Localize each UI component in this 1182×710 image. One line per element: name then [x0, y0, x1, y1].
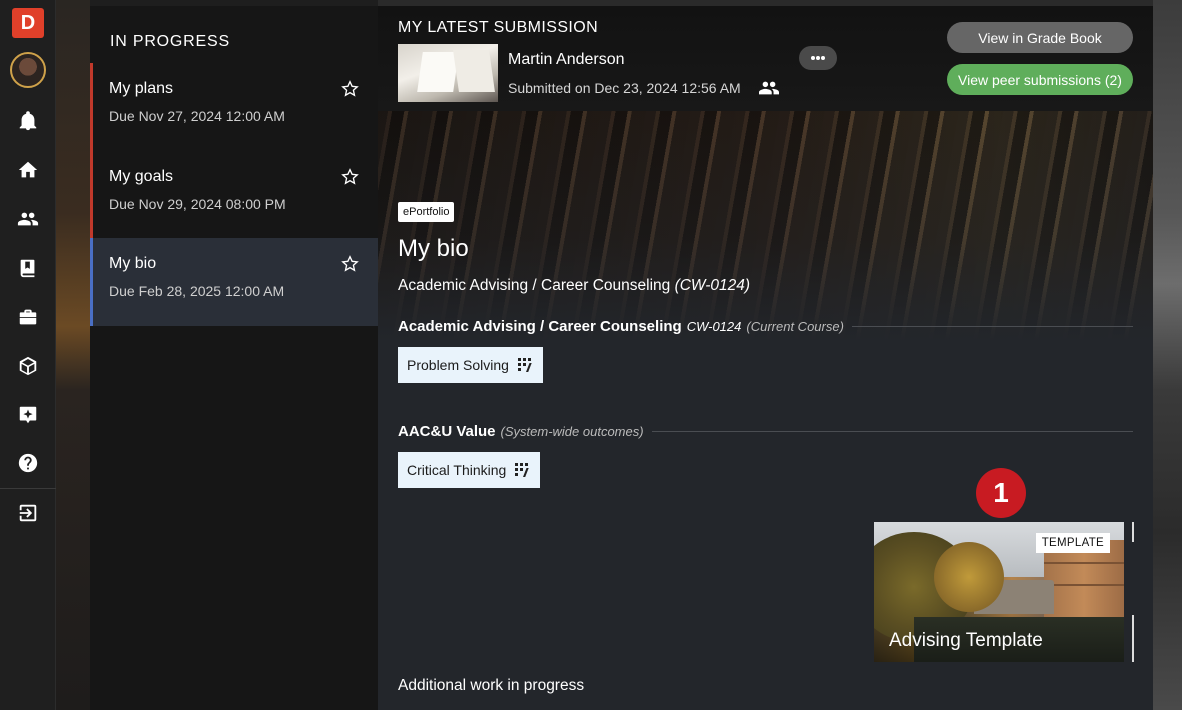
people-icon[interactable] — [14, 205, 42, 233]
list-item-due: Due Nov 29, 2024 08:00 PM — [109, 196, 286, 212]
hero-background-image — [378, 111, 1153, 341]
submission-date: Submitted on Dec 23, 2024 12:56 AM — [508, 80, 741, 96]
template-title: Advising Template — [889, 630, 1043, 651]
star-icon[interactable] — [340, 167, 360, 187]
list-item-title: My plans — [109, 80, 174, 97]
assignment-list-panel: IN PROGRESS My plans Due Nov 27, 2024 12… — [90, 0, 378, 710]
briefcase-icon[interactable] — [14, 303, 42, 331]
list-item-my-bio[interactable]: My bio Due Feb 28, 2025 12:00 AM — [90, 238, 378, 326]
outcome-section-course: Academic Advising / Career Counseling CW… — [398, 315, 1133, 337]
course-name: Academic Advising / Career Counseling — [398, 277, 671, 294]
template-card[interactable]: TEMPLATE Advising Template — [874, 522, 1124, 662]
template-tag: TEMPLATE — [1035, 533, 1110, 553]
background-photo-right — [1153, 0, 1182, 710]
user-avatar[interactable] — [10, 52, 46, 88]
app-logo[interactable]: D — [12, 8, 44, 38]
sparkle-icon[interactable] — [14, 401, 42, 429]
group-icon — [758, 78, 780, 98]
list-item-due: Due Nov 27, 2024 12:00 AM — [109, 108, 285, 124]
course-line: Academic Advising / Career Counseling (C… — [398, 277, 750, 295]
latest-submission-label: MY LATEST SUBMISSION — [398, 19, 599, 36]
carousel-edge — [1132, 522, 1134, 542]
view-peer-submissions-button[interactable]: View peer submissions (2) — [947, 64, 1133, 95]
outcome-section-note: (Current Course) — [746, 318, 844, 334]
rubric-grid-icon — [515, 463, 530, 477]
list-item-my-goals[interactable]: My goals Due Nov 29, 2024 08:00 PM — [90, 151, 378, 239]
page-title: My bio — [398, 235, 469, 262]
help-icon[interactable] — [14, 449, 42, 477]
additional-work-heading: Additional work in progress — [398, 677, 585, 694]
main-top-bar — [378, 0, 1153, 6]
section-divider — [651, 430, 1133, 432]
cube-icon[interactable] — [14, 352, 42, 380]
list-item-due: Due Feb 28, 2025 12:00 AM — [109, 283, 285, 299]
list-item-my-plans[interactable]: My plans Due Nov 27, 2024 12:00 AM — [90, 63, 378, 151]
background-photo-left — [56, 0, 90, 710]
more-options-button[interactable] — [799, 46, 837, 70]
outcome-section-code: CW-0124 — [686, 318, 742, 334]
icon-rail: D — [0, 0, 56, 710]
panel-top-bar — [90, 0, 378, 6]
rail-divider — [0, 488, 56, 489]
list-item-title: My bio — [109, 255, 157, 272]
outcome-section-note: (System-wide outcomes) — [500, 423, 644, 439]
course-code: (CW-0124) — [674, 277, 751, 294]
outcome-section-system: AAC&U Value (System-wide outcomes) — [398, 420, 1133, 442]
home-icon[interactable] — [14, 156, 42, 184]
outcome-chip-critical-thinking[interactable]: Critical Thinking — [398, 452, 541, 488]
assignment-detail: MY LATEST SUBMISSION Martin Anderson Sub… — [378, 0, 1153, 710]
outcome-section-name: Academic Advising / Career Counseling — [398, 317, 682, 335]
bell-icon[interactable] — [14, 107, 42, 135]
submission-thumbnail[interactable] — [398, 44, 498, 102]
outcome-chip-problem-solving[interactable]: Problem Solving — [398, 347, 543, 383]
outcome-chip-label: Problem Solving — [407, 357, 509, 373]
eportfolio-tag: ePortfolio — [398, 202, 455, 222]
section-divider — [851, 325, 1133, 327]
book-icon[interactable] — [14, 254, 42, 282]
submission-author: Martin Anderson — [508, 51, 625, 68]
logout-icon[interactable] — [14, 499, 42, 527]
list-heading: IN PROGRESS — [110, 33, 230, 50]
view-grade-book-button[interactable]: View in Grade Book — [947, 22, 1133, 53]
outcome-chip-label: Critical Thinking — [407, 462, 507, 478]
step-badge: 1 — [976, 468, 1026, 518]
star-icon[interactable] — [340, 79, 360, 99]
more-horizontal-icon — [811, 56, 825, 60]
outcome-section-name: AAC&U Value — [398, 422, 496, 440]
star-icon[interactable] — [340, 254, 360, 274]
carousel-edge — [1132, 615, 1134, 662]
list-item-title: My goals — [109, 168, 174, 185]
rubric-grid-icon — [517, 358, 532, 372]
